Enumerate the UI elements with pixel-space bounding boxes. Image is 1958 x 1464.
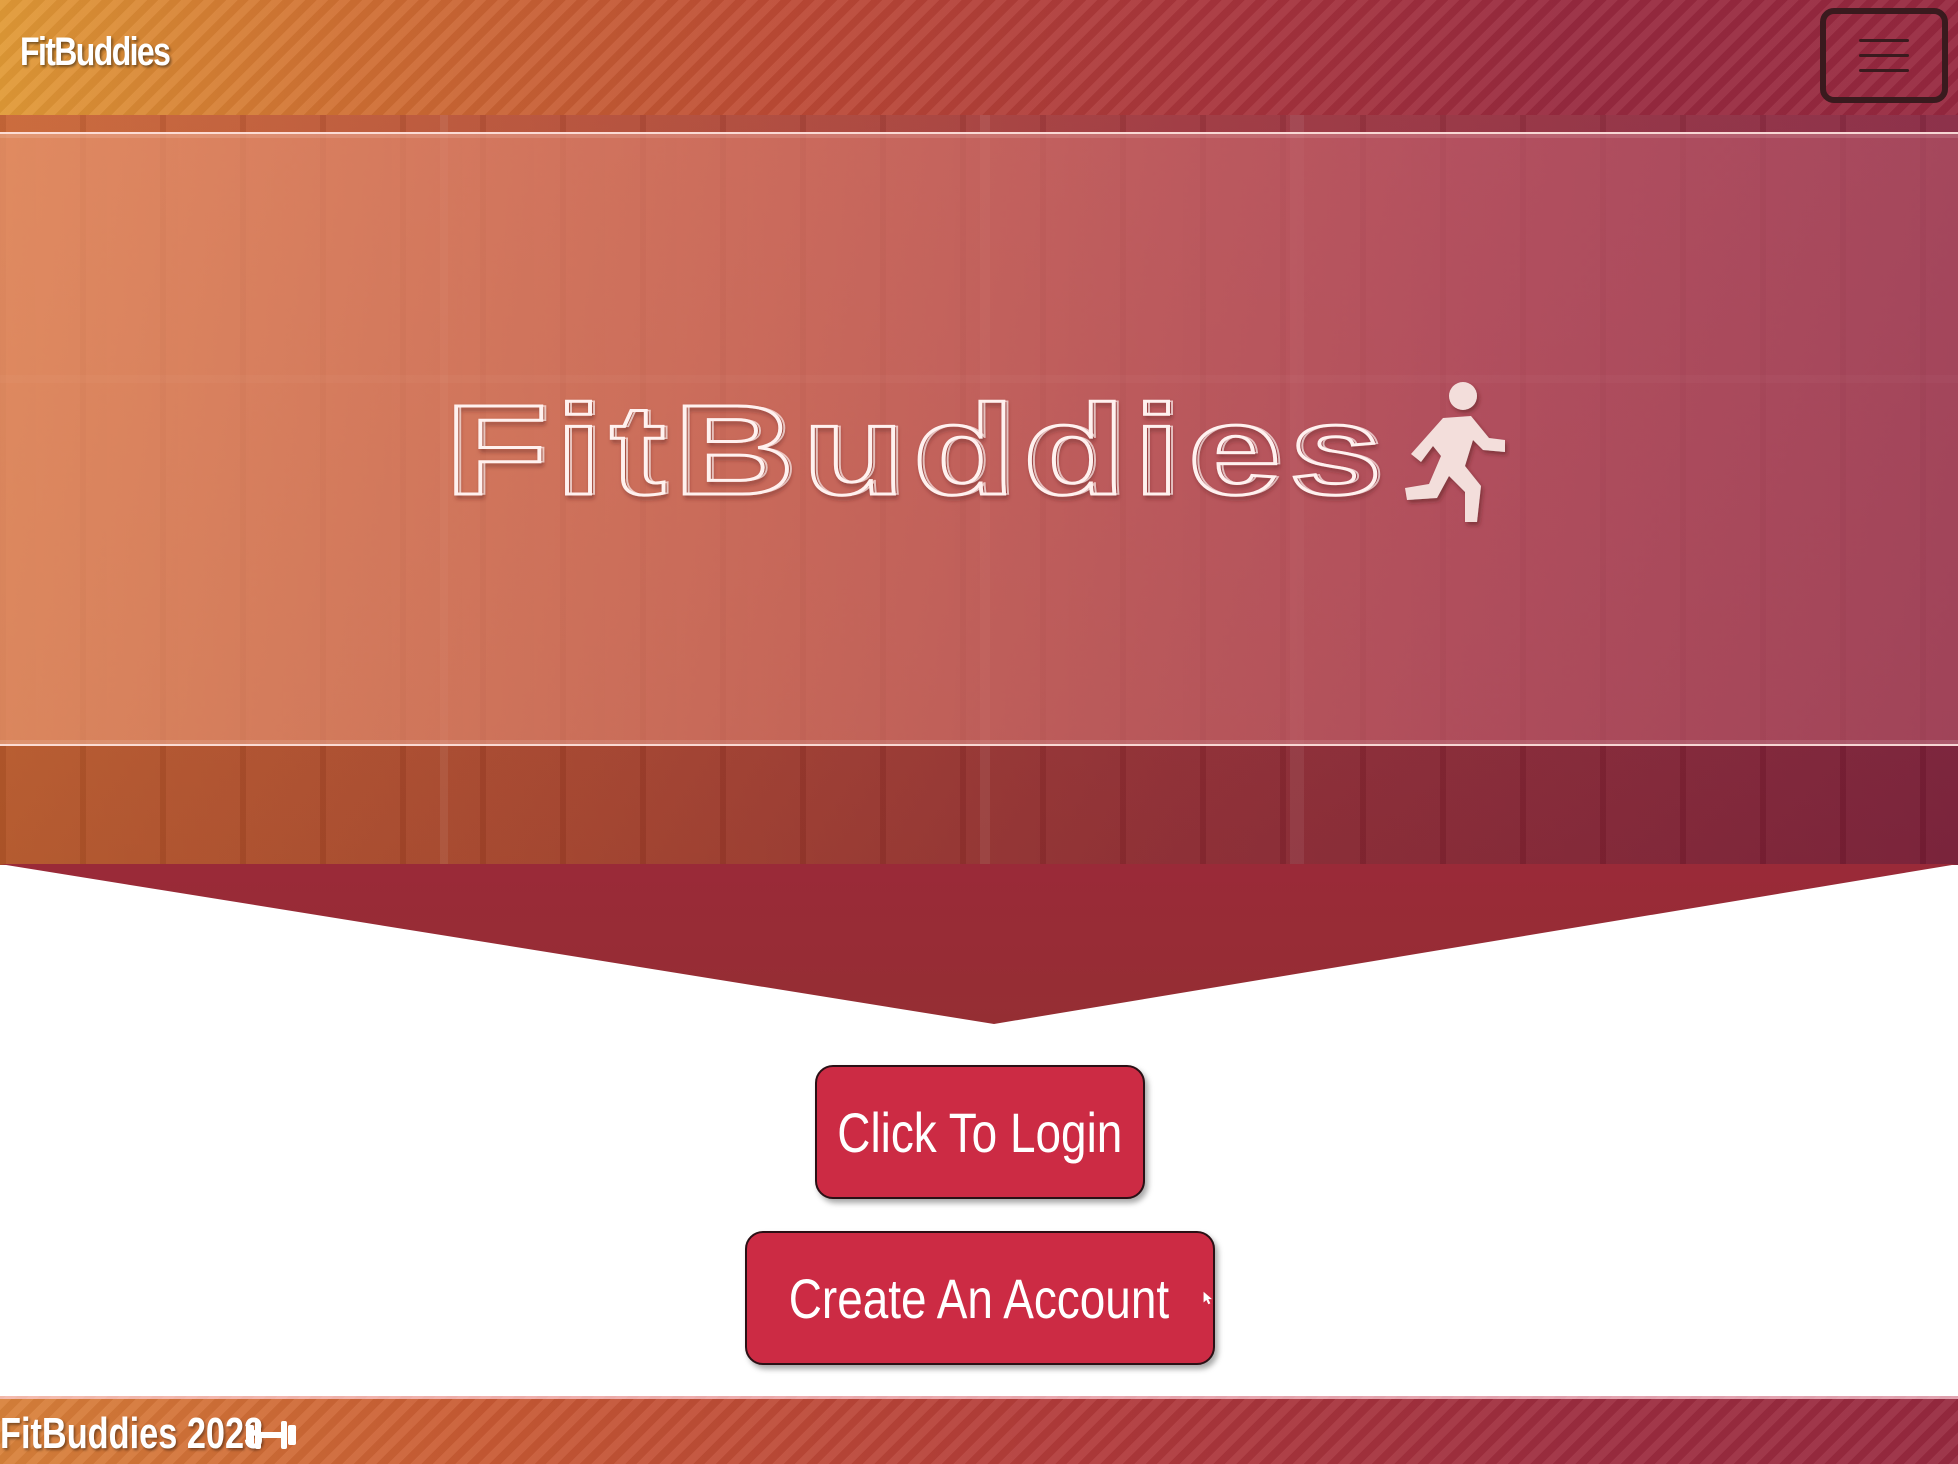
login-button-label: Click To Login <box>837 1100 1123 1164</box>
footer-copyright: FitBuddies 2023 <box>0 1409 264 1458</box>
hero-banner: FitBuddies FitBuddies <box>0 115 1958 865</box>
mouse-pointer-icon <box>1203 1291 1212 1305</box>
hamburger-menu-icon-line <box>1859 69 1909 72</box>
hero-title-band: FitBuddies FitBuddies <box>0 132 1958 746</box>
hero-logo: FitBuddies FitBuddies <box>444 374 1525 524</box>
hero-chevron-divider <box>0 864 1958 1024</box>
dumbbell-icon <box>246 1421 296 1449</box>
svg-text:FitBuddies: FitBuddies <box>449 379 1394 522</box>
hamburger-menu-button[interactable] <box>1820 8 1948 103</box>
login-button[interactable]: Click To Login <box>815 1065 1145 1199</box>
hamburger-menu-icon-line <box>1859 54 1909 57</box>
navbar-brand[interactable]: FitBuddies <box>20 30 171 75</box>
create-account-button[interactable]: Create An Account <box>745 1231 1215 1365</box>
navbar: FitBuddies <box>0 0 1958 115</box>
create-account-button-label: Create An Account <box>788 1266 1170 1330</box>
running-person-icon <box>1405 382 1505 522</box>
hero-logo-wordmark: FitBuddies FitBuddies <box>444 378 1505 524</box>
hamburger-menu-icon <box>1859 39 1909 42</box>
footer: FitBuddies 2023 <box>0 1396 1958 1464</box>
